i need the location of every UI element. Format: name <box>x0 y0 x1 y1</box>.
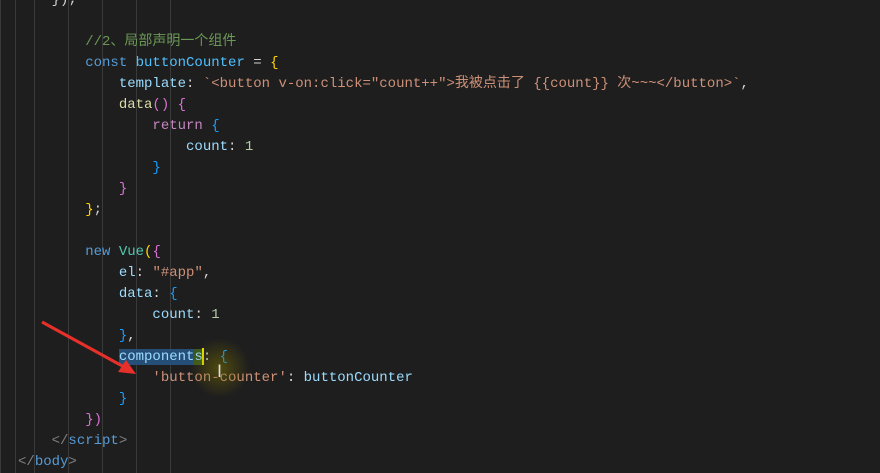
indent-guide <box>15 0 16 473</box>
code-token: : <box>194 307 212 323</box>
code-token: : <box>152 286 170 302</box>
code-token: { <box>152 244 161 260</box>
code-line[interactable]: }, <box>18 326 880 347</box>
code-token: const <box>18 55 136 71</box>
code-token: { <box>177 97 187 113</box>
code-line[interactable]: } <box>18 389 880 410</box>
code-token: , <box>202 265 212 281</box>
code-token: data <box>18 286 153 302</box>
code-line[interactable] <box>18 221 880 242</box>
code-line[interactable]: components: { <box>18 347 880 368</box>
code-token: 1 <box>244 139 254 155</box>
code-token: script <box>68 433 119 449</box>
code-token: } <box>18 328 128 344</box>
code-token: new <box>18 244 119 260</box>
code-editor[interactable]: }); //2、局部声明一个组件 const buttonCounter = {… <box>0 0 880 473</box>
code-token: { <box>211 118 220 134</box>
code-line[interactable]: }); <box>18 0 880 11</box>
code-token: buttonCounter <box>135 55 245 71</box>
code-line[interactable]: } <box>18 179 880 200</box>
code-line[interactable]: const buttonCounter = { <box>18 53 880 74</box>
code-token: `<button v-on:click="count++">我被点击了 {{co… <box>202 76 741 92</box>
code-line[interactable]: template: `<button v-on:click="count++">… <box>18 74 880 95</box>
code-token: 'button-counter' <box>18 370 287 386</box>
code-token: } <box>18 391 128 407</box>
code-token: 1 <box>211 307 220 323</box>
code-line[interactable]: new Vue({ <box>18 242 880 263</box>
code-line[interactable]: </body> <box>18 452 880 473</box>
code-line[interactable]: 'button-counter': buttonCounter <box>18 368 880 389</box>
indent-guide <box>0 0 1 473</box>
code-line[interactable]: } <box>18 158 880 179</box>
code-token: } <box>18 181 128 197</box>
code-token: </ <box>18 454 35 470</box>
code-line[interactable] <box>18 11 880 32</box>
code-token: return <box>18 118 212 134</box>
code-token: , <box>127 328 136 344</box>
code-token: } <box>18 202 94 218</box>
code-token: () <box>152 97 178 113</box>
code-token: buttonCounter <box>303 370 413 386</box>
code-token: template <box>18 76 187 92</box>
code-token: = <box>244 55 271 71</box>
code-token: </ <box>18 433 69 449</box>
code-token: }); <box>18 0 77 8</box>
code-line[interactable]: }; <box>18 200 880 221</box>
code-line[interactable]: count: 1 <box>18 137 880 158</box>
code-line[interactable]: el: "#app", <box>18 263 880 284</box>
code-token: }) <box>18 412 103 428</box>
code-token: : <box>286 370 304 386</box>
code-line[interactable]: return { <box>18 116 880 137</box>
code-token: : <box>135 265 153 281</box>
code-token: { <box>270 55 279 71</box>
code-token: "#app" <box>152 265 203 281</box>
code-token: > <box>68 454 77 470</box>
code-token: ; <box>93 202 103 218</box>
code-token: : <box>186 76 203 92</box>
code-token: el <box>18 265 136 281</box>
code-token: data <box>18 97 153 113</box>
code-token: body <box>34 454 69 470</box>
code-token: count <box>18 139 229 155</box>
code-token: Vue <box>118 244 145 260</box>
code-token: , <box>740 76 749 92</box>
code-token: : <box>228 139 245 155</box>
code-token: count <box>18 307 195 323</box>
code-line[interactable]: }) <box>18 410 880 431</box>
code-line[interactable]: data: { <box>18 284 880 305</box>
code-line[interactable]: //2、局部声明一个组件 <box>18 32 880 53</box>
code-token: > <box>118 433 128 449</box>
code-token: { <box>169 286 178 302</box>
code-token: //2、局部声明一个组件 <box>18 34 237 50</box>
code-line[interactable]: data() { <box>18 95 880 116</box>
text-cursor-ibeam-icon: I <box>217 362 223 382</box>
code-token: } <box>18 160 161 176</box>
selected-token: component <box>118 349 195 365</box>
code-line[interactable]: count: 1 <box>18 305 880 326</box>
code-line[interactable]: </script> <box>18 431 880 452</box>
